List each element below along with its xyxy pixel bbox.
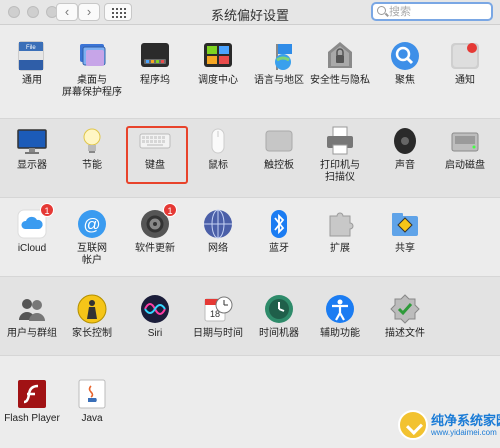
title-bar: ‹ › 系统偏好设置 [0,0,500,25]
pref-pane-security-privacy[interactable]: 安全性与隐私 [305,40,375,87]
pref-pane-label: 描述文件 [385,328,425,339]
pref-pane-internet-accounts[interactable]: @ 互联网 帐户 [57,208,127,267]
pref-pane-label: 共享 [395,243,415,254]
pref-pane-label: Siri [147,328,163,339]
pref-pane-label: 桌面与 屏幕保护程序 [62,75,122,98]
search-input[interactable] [389,4,489,19]
pref-pane-profiles[interactable]: 描述文件 [370,293,440,340]
pref-pane-label: 语言与地区 [254,75,304,86]
displays-icon [16,125,48,157]
profiles-icon [389,293,421,325]
search-field[interactable] [371,2,493,21]
time-machine-icon [263,293,295,325]
search-icon [377,6,386,15]
pref-pane-label: 触控板 [264,160,294,171]
notification-badge: 1 [40,203,54,217]
pref-pane-label: 调度中心 [198,75,238,86]
pref-pane-sharing[interactable]: 共享 [370,208,440,255]
pref-pane-label: 安全性与隐私 [310,75,370,86]
pref-pane-energy-saver[interactable]: 节能 [57,125,127,172]
pref-pane-label: 节能 [82,160,102,171]
watermark-url: www.yidaimei.com [431,428,497,437]
pref-pane-bluetooth[interactable]: 蓝牙 [244,208,314,255]
desktop-screensaver-icon [76,40,108,72]
extensions-icon [324,208,356,240]
pref-pane-mouse[interactable]: 鼠标 [183,125,253,172]
energy-saver-icon [76,125,108,157]
software-update-icon: 1 [139,203,177,240]
printers-scanners-icon [324,125,356,157]
mission-control-icon [202,40,234,72]
pref-pane-label: 家长控制 [72,328,112,339]
pref-pane-dock[interactable]: 程序坞 [120,40,190,87]
pref-pane-label: Java [81,413,103,424]
pref-pane-label: 辅助功能 [320,328,360,339]
internet-accounts-icon: @ [76,208,108,240]
pref-pane-label: 鼠标 [208,160,228,171]
general-icon: File [16,40,48,72]
pref-pane-network[interactable]: 网络 [183,208,253,255]
pref-pane-parental-controls[interactable]: 家长控制 [57,293,127,340]
accessibility-icon [324,293,356,325]
sound-icon [389,125,421,157]
dock-icon [139,40,171,72]
parental-controls-icon [76,293,108,325]
users-groups-icon [16,293,48,325]
pref-pane-label: 网络 [208,243,228,254]
network-icon [202,208,234,240]
security-privacy-icon [324,40,356,72]
pref-pane-trackpad[interactable]: 触控板 [244,125,314,172]
flash-player-icon [16,378,48,410]
back-button[interactable]: ‹ [56,3,78,21]
pref-pane-label: 软件更新 [135,243,175,254]
keyboard-highlight-box [126,126,188,184]
notification-badge: 1 [163,203,177,217]
pref-pane-desktop-screensaver[interactable]: 桌面与 屏幕保护程序 [57,40,127,99]
pref-pane-mission-control[interactable]: 调度中心 [183,40,253,87]
show-all-button[interactable] [104,3,132,21]
pref-pane-notifications[interactable]: 通知 [430,40,500,87]
pref-pane-label: 通知 [455,75,475,86]
forward-button[interactable]: › [78,3,100,21]
close-button[interactable] [8,6,20,18]
pref-pane-label: 时间机器 [259,328,299,339]
mouse-icon [202,125,234,157]
pref-pane-language-region[interactable]: 语言与地区 [244,40,314,87]
pref-pane-accessibility[interactable]: 辅助功能 [305,293,375,340]
bluetooth-icon [263,208,295,240]
spotlight-icon [389,40,421,72]
icloud-icon: 1 [16,203,54,240]
pref-pane-extensions[interactable]: 扩展 [305,208,375,255]
pref-pane-label: 日期与时间 [193,328,243,339]
pref-pane-java[interactable]: Java [57,378,127,425]
pref-pane-siri[interactable]: Siri [120,293,190,340]
pref-pane-label: 打印机与 扫描仪 [320,160,360,183]
siri-icon [139,293,171,325]
pref-pane-printers-scanners[interactable]: 打印机与 扫描仪 [305,125,375,184]
pref-pane-time-machine[interactable]: 时间机器 [244,293,314,340]
watermark-logo-icon [398,410,428,440]
java-icon [76,378,108,410]
pref-pane-label: 互联网 帐户 [77,243,107,266]
startup-disk-icon [449,125,481,157]
svg-text:@: @ [83,215,100,234]
watermark: 纯净系统家园 www.yidaimei.com [398,408,500,444]
pref-pane-startup-disk[interactable]: 启动磁盘 [430,125,500,172]
pref-pane-software-update[interactable]: 1 软件更新 [120,203,190,255]
pref-pane-label: 启动磁盘 [445,160,485,171]
pref-pane-label: 扩展 [330,243,350,254]
notifications-icon [449,40,481,72]
pref-pane-label: 蓝牙 [269,243,289,254]
minimize-button[interactable] [27,6,39,18]
pref-pane-label: 程序坞 [140,75,170,86]
date-time-icon: 18 [202,293,234,325]
trackpad-icon [263,125,295,157]
svg-text:File: File [26,45,36,51]
pref-pane-date-time[interactable]: 18 日期与时间 [183,293,253,340]
watermark-title: 纯净系统家园 [431,413,500,428]
language-region-icon [263,40,295,72]
sharing-icon [389,208,421,240]
